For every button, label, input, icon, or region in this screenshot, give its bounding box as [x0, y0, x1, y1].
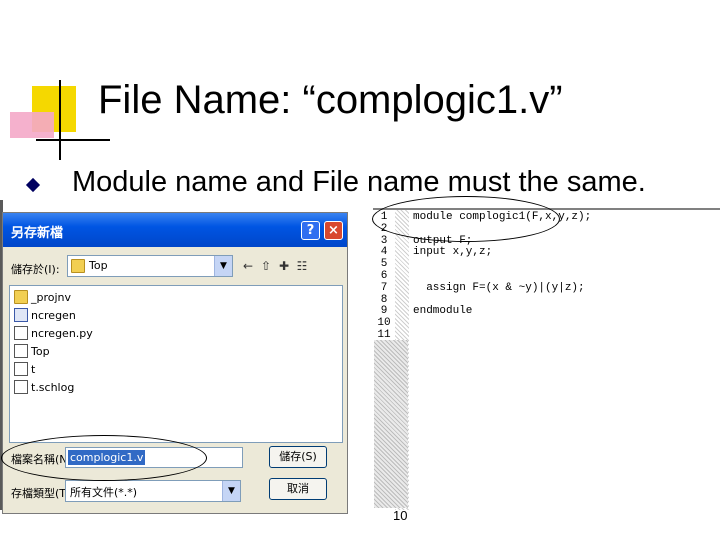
list-item[interactable]: Top: [14, 342, 50, 360]
code-line: assign F=(x & ~y)|(y|z);: [413, 281, 585, 294]
help-button[interactable]: ?: [301, 221, 320, 240]
code-line: input x,y,z;: [413, 246, 493, 259]
doc-icon: [14, 326, 28, 340]
save-button[interactable]: 儲存(S): [269, 446, 327, 468]
file-list[interactable]: _projnv ncregen ncregen.py Top t t.schlo…: [9, 285, 343, 443]
doc-icon: [14, 380, 28, 394]
dialog-titlebar[interactable]: 另存新檔 ? ×: [3, 213, 347, 247]
close-button[interactable]: ×: [324, 221, 343, 240]
save-in-value: Top: [89, 259, 108, 272]
page-number: 10: [393, 508, 408, 523]
new-folder-icon[interactable]: ✚: [275, 257, 293, 275]
filetype-dropdown[interactable]: 所有文件(*.*) ▼: [65, 480, 241, 502]
bullet-marker: [25, 177, 41, 193]
list-item[interactable]: t.schlog: [14, 378, 74, 396]
editor-gutter-hatch: [374, 340, 408, 508]
save-in-label: 儲存於(I):: [11, 263, 60, 276]
cancel-button[interactable]: 取消: [269, 478, 327, 500]
folder-icon: [71, 259, 85, 273]
list-item[interactable]: ncregen: [14, 306, 76, 324]
highlight-ellipse-filename: [1, 435, 207, 481]
chevron-down-icon[interactable]: ▼: [214, 256, 232, 276]
code-editor[interactable]: 1 2 3 4 5 6 7 8 9 10 11 module complogic…: [373, 208, 720, 510]
save-in-dropdown[interactable]: Top ▼: [67, 255, 233, 277]
chevron-down-icon[interactable]: ▼: [222, 481, 240, 501]
up-folder-icon[interactable]: ⇧: [257, 257, 275, 275]
save-as-dialog: 另存新檔 ? × 儲存於(I): Top ▼ ← ⇧ ✚ ☷ _projnv n…: [1, 212, 348, 514]
code-line: endmodule: [413, 305, 473, 318]
doc-icon: [14, 362, 28, 376]
slide-title: File Name: “complogic1.v”: [98, 78, 563, 122]
bullet-text: Module name and File name must the same.: [72, 166, 646, 198]
highlight-ellipse-module: [372, 196, 560, 242]
exe-icon: [14, 308, 28, 322]
dialog-title: 另存新檔: [11, 226, 64, 241]
list-item[interactable]: ncregen.py: [14, 324, 93, 342]
view-menu-icon[interactable]: ☷: [293, 257, 311, 275]
filetype-value: 所有文件(*.*): [70, 486, 138, 499]
folder-icon: [14, 290, 28, 304]
doc-icon: [14, 344, 28, 358]
list-item[interactable]: t: [14, 360, 35, 378]
list-item[interactable]: _projnv: [14, 288, 71, 306]
back-icon[interactable]: ←: [239, 257, 257, 275]
